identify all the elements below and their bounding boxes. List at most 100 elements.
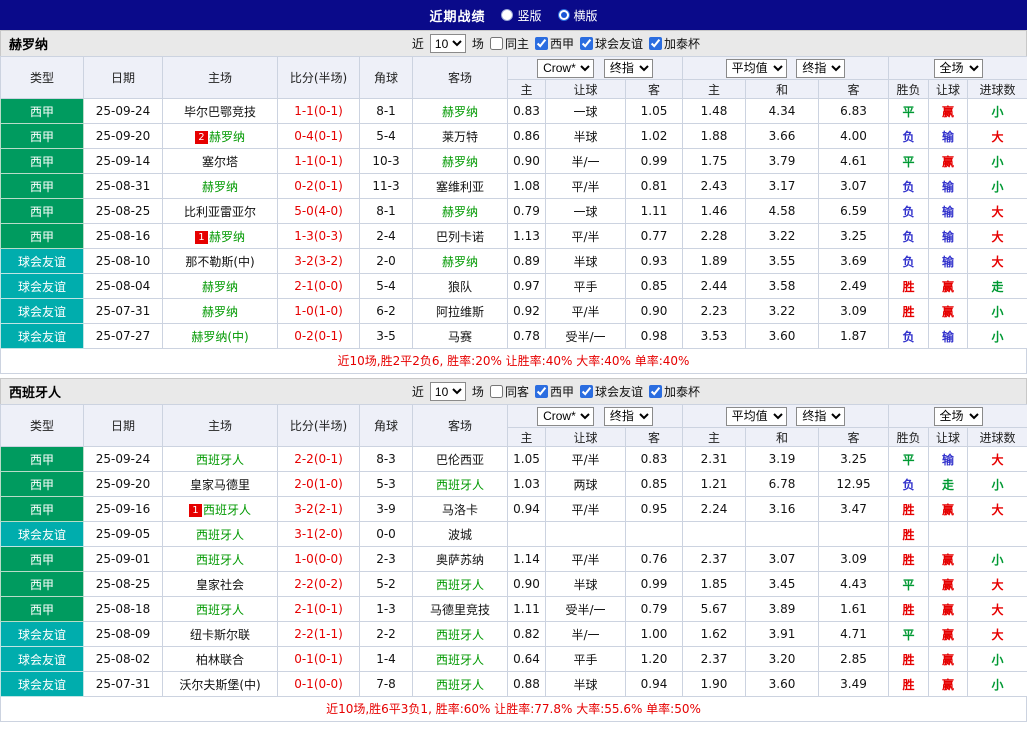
match-score[interactable]: 5-0(4-0) xyxy=(278,199,360,224)
away-team-name[interactable]: 狼队 xyxy=(448,280,472,294)
match-score[interactable]: 1-0(1-0) xyxy=(278,299,360,324)
away-team-name[interactable]: 马赛 xyxy=(448,330,472,344)
away-team[interactable]: 狼队 xyxy=(413,274,508,299)
average-select[interactable]: 平均值 xyxy=(726,407,787,426)
away-team[interactable]: 西班牙人 xyxy=(413,472,508,497)
home-team[interactable]: 2赫罗纳 xyxy=(163,124,278,149)
match-score[interactable]: 1-1(0-1) xyxy=(278,99,360,124)
odds-stage-select[interactable]: 终指 xyxy=(604,59,653,78)
match-score[interactable]: 0-2(0-1) xyxy=(278,174,360,199)
away-team-name[interactable]: 西班牙人 xyxy=(436,478,484,492)
friendly-filter-checkbox[interactable]: 球会友谊 xyxy=(580,35,643,52)
radio-unselected-icon[interactable] xyxy=(501,9,513,21)
bookmaker-select[interactable]: Crow* xyxy=(537,407,594,426)
match-score[interactable]: 2-2(1-1) xyxy=(278,622,360,647)
home-team[interactable]: 1西班牙人 xyxy=(163,497,278,522)
bookmaker-select[interactable]: Crow* xyxy=(537,59,594,78)
away-team-name[interactable]: 波城 xyxy=(448,528,472,542)
match-score[interactable]: 3-2(3-2) xyxy=(278,249,360,274)
away-team-name[interactable]: 赫罗纳 xyxy=(442,205,478,219)
home-team-name[interactable]: 赫罗纳 xyxy=(209,130,245,144)
away-team-name[interactable]: 赫罗纳 xyxy=(442,105,478,119)
same-venue-checkbox[interactable]: 同客 xyxy=(490,383,529,400)
away-team[interactable]: 西班牙人 xyxy=(413,647,508,672)
home-team-name[interactable]: 赫罗纳 xyxy=(202,305,238,319)
home-team[interactable]: 赫罗纳 xyxy=(163,174,278,199)
league-filter-checkbox[interactable]: 西甲 xyxy=(535,383,574,400)
away-team[interactable]: 塞维利亚 xyxy=(413,174,508,199)
away-team[interactable]: 赫罗纳 xyxy=(413,199,508,224)
away-team-name[interactable]: 阿拉维斯 xyxy=(436,305,484,319)
away-team[interactable]: 巴伦西亚 xyxy=(413,447,508,472)
match-score[interactable]: 1-3(0-3) xyxy=(278,224,360,249)
home-team-name[interactable]: 比利亚雷亚尔 xyxy=(184,205,256,219)
away-team-name[interactable]: 巴伦西亚 xyxy=(436,453,484,467)
away-team[interactable]: 西班牙人 xyxy=(413,572,508,597)
league-filter-checkbox-input[interactable] xyxy=(535,385,548,398)
away-team[interactable]: 阿拉维斯 xyxy=(413,299,508,324)
cup-filter-checkbox-input[interactable] xyxy=(649,37,662,50)
match-score[interactable]: 0-4(0-1) xyxy=(278,124,360,149)
away-team[interactable]: 巴列卡诺 xyxy=(413,224,508,249)
away-team[interactable]: 莱万特 xyxy=(413,124,508,149)
away-team-name[interactable]: 西班牙人 xyxy=(436,628,484,642)
home-team-name[interactable]: 塞尔塔 xyxy=(202,155,238,169)
home-team[interactable]: 皇家马德里 xyxy=(163,472,278,497)
home-team[interactable]: 皇家社会 xyxy=(163,572,278,597)
away-team[interactable]: 西班牙人 xyxy=(413,622,508,647)
home-team-name[interactable]: 沃尔夫斯堡(中) xyxy=(179,678,260,692)
home-team-name[interactable]: 柏林联合 xyxy=(196,653,244,667)
home-team[interactable]: 塞尔塔 xyxy=(163,149,278,174)
match-score[interactable]: 1-1(0-1) xyxy=(278,149,360,174)
home-team[interactable]: 赫罗纳 xyxy=(163,274,278,299)
away-team[interactable]: 赫罗纳 xyxy=(413,99,508,124)
home-team[interactable]: 纽卡斯尔联 xyxy=(163,622,278,647)
match-score[interactable]: 2-0(1-0) xyxy=(278,472,360,497)
cup-filter-checkbox[interactable]: 加泰杯 xyxy=(649,383,700,400)
home-team-name[interactable]: 西班牙人 xyxy=(196,453,244,467)
same-venue-checkbox-input[interactable] xyxy=(490,385,503,398)
away-team-name[interactable]: 西班牙人 xyxy=(436,653,484,667)
home-team[interactable]: 1赫罗纳 xyxy=(163,224,278,249)
average-stage-select[interactable]: 终指 xyxy=(796,59,845,78)
away-team[interactable]: 波城 xyxy=(413,522,508,547)
match-score[interactable]: 0-1(0-1) xyxy=(278,647,360,672)
full-match-select[interactable]: 全场 xyxy=(934,59,983,78)
away-team-name[interactable]: 马洛卡 xyxy=(442,503,478,517)
home-team-name[interactable]: 毕尔巴鄂竞技 xyxy=(184,105,256,119)
home-team-name[interactable]: 赫罗纳 xyxy=(202,280,238,294)
radio-selected-icon[interactable] xyxy=(558,9,570,21)
friendly-filter-checkbox-input[interactable] xyxy=(580,37,593,50)
home-team-name[interactable]: 赫罗纳 xyxy=(202,180,238,194)
match-score[interactable]: 0-1(0-0) xyxy=(278,672,360,697)
away-team-name[interactable]: 莱万特 xyxy=(442,130,478,144)
full-match-select[interactable]: 全场 xyxy=(934,407,983,426)
average-stage-select[interactable]: 终指 xyxy=(796,407,845,426)
home-team-name[interactable]: 那不勒斯(中) xyxy=(185,255,254,269)
home-team[interactable]: 比利亚雷亚尔 xyxy=(163,199,278,224)
odds-stage-select[interactable]: 终指 xyxy=(604,407,653,426)
match-score[interactable]: 3-1(2-0) xyxy=(278,522,360,547)
away-team[interactable]: 奥萨苏纳 xyxy=(413,547,508,572)
home-team-name[interactable]: 皇家社会 xyxy=(196,578,244,592)
league-filter-checkbox-input[interactable] xyxy=(535,37,548,50)
away-team-name[interactable]: 巴列卡诺 xyxy=(436,230,484,244)
match-score[interactable]: 2-2(0-1) xyxy=(278,447,360,472)
home-team-name[interactable]: 皇家马德里 xyxy=(190,478,250,492)
home-team-name[interactable]: 西班牙人 xyxy=(196,528,244,542)
away-team-name[interactable]: 奥萨苏纳 xyxy=(436,553,484,567)
away-team-name[interactable]: 赫罗纳 xyxy=(442,155,478,169)
home-team-name[interactable]: 西班牙人 xyxy=(196,553,244,567)
away-team[interactable]: 赫罗纳 xyxy=(413,149,508,174)
games-count-select[interactable]: 10 xyxy=(430,34,466,53)
match-score[interactable]: 2-1(0-0) xyxy=(278,274,360,299)
games-count-select[interactable]: 10 xyxy=(430,382,466,401)
cup-filter-checkbox[interactable]: 加泰杯 xyxy=(649,35,700,52)
home-team[interactable]: 毕尔巴鄂竞技 xyxy=(163,99,278,124)
home-team-name[interactable]: 纽卡斯尔联 xyxy=(190,628,250,642)
home-team[interactable]: 那不勒斯(中) xyxy=(163,249,278,274)
friendly-filter-checkbox-input[interactable] xyxy=(580,385,593,398)
same-venue-checkbox-input[interactable] xyxy=(490,37,503,50)
home-team-name[interactable]: 西班牙人 xyxy=(196,603,244,617)
friendly-filter-checkbox[interactable]: 球会友谊 xyxy=(580,383,643,400)
